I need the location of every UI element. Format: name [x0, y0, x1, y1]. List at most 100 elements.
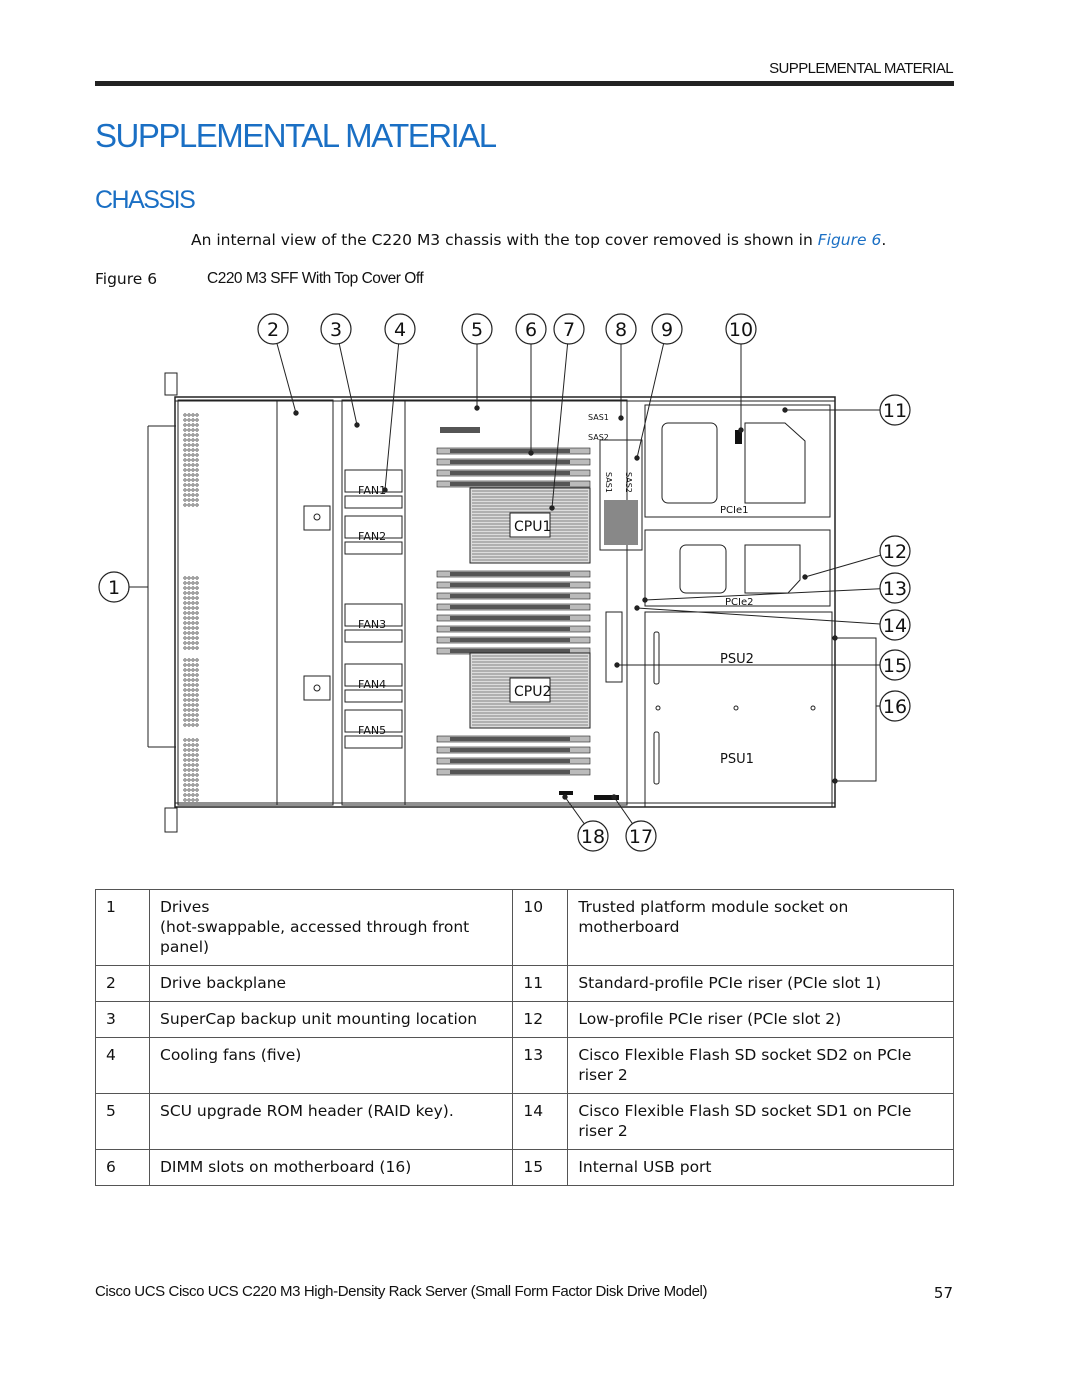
callout-12: 12 — [879, 535, 911, 567]
sas1-label: SAS1 — [588, 413, 609, 422]
header-rule — [95, 81, 954, 86]
fan5-label: FAN5 — [358, 724, 386, 737]
sas1-vertical-label: SAS1 — [604, 472, 613, 493]
psu1-label: PSU1 — [720, 752, 754, 767]
item-description: Trusted platform module socket on mother… — [567, 889, 954, 966]
callout-6: 6 — [515, 313, 547, 345]
item-description: Internal USB port — [567, 1149, 954, 1186]
callout-5: 5 — [461, 313, 493, 345]
figure-link[interactable]: Figure 6 — [818, 231, 882, 249]
callout-number: 10 — [729, 319, 753, 341]
intro-text: An internal view of the C220 M3 chassis … — [191, 231, 818, 249]
cpu2-label: CPU2 — [514, 684, 551, 700]
callout-number: 2 — [267, 319, 279, 341]
figure-label: Figure 6 — [95, 270, 158, 288]
item-number: 5 — [95, 1093, 150, 1150]
pcie1-label: PCIe1 — [720, 505, 748, 516]
page-title: SUPPLEMENTAL MATERIAL — [95, 117, 497, 154]
callout-8: 8 — [605, 313, 637, 345]
page-number: 57 — [933, 1284, 953, 1302]
callout-13: 13 — [879, 572, 911, 604]
section-heading: CHASSIS — [95, 186, 196, 214]
table-row: 5 SCU upgrade ROM header (RAID key). 14 Cis… — [95, 1093, 954, 1150]
sas2-vertical-label: SAS2 — [624, 472, 633, 493]
intro-end: . — [881, 231, 887, 249]
supercap-area — [341, 399, 406, 806]
callout-15: 15 — [879, 649, 911, 681]
item-number: 12 — [512, 1001, 569, 1038]
callout-number: 17 — [629, 826, 653, 848]
item-number: 6 — [95, 1149, 150, 1186]
callout-number: 1 — [108, 577, 120, 599]
callout-number: 14 — [883, 615, 907, 637]
callout-17: 17 — [625, 820, 657, 852]
item-description: SCU upgrade ROM header (RAID key). — [148, 1093, 514, 1150]
item-number: 3 — [95, 1001, 150, 1038]
callout-number: 8 — [615, 319, 627, 341]
legend-table: 1 Drives (hot-swappable, accessed through… — [95, 889, 954, 1186]
callout-number: 13 — [883, 578, 907, 600]
item-number: 14 — [512, 1093, 569, 1150]
fan4-label: FAN4 — [358, 678, 386, 691]
figure-title: C220 M3 SFF With Top Cover Off — [207, 270, 424, 287]
callout-1: 1 — [98, 571, 130, 603]
item-description: Low-profile PCIe riser (PCIe slot 2) — [567, 1001, 954, 1038]
table-row: 6 DIMM slots on motherboard (16) 15 Interna… — [95, 1149, 954, 1186]
chassis-diagram: FAN1 FAN2 FAN3 FAN4 FAN5 CPU1 CPU2 PCIe1… — [98, 313, 911, 852]
item-description: Cisco Flexible Flash SD socket SD1 on PC… — [567, 1093, 954, 1150]
callout-number: 4 — [394, 319, 406, 341]
intro-paragraph: An internal view of the C220 M3 chassis … — [191, 231, 886, 249]
cpu1-label: CPU1 — [514, 519, 551, 535]
drive-bays — [177, 399, 278, 806]
item-description: DIMM slots on motherboard (16) — [148, 1149, 514, 1186]
psu-bay — [605, 611, 833, 808]
callout-number: 7 — [563, 319, 575, 341]
pcie2-label: PCIe2 — [725, 597, 753, 608]
running-header: SUPPLEMENTAL MATERIAL — [769, 60, 953, 77]
item-description: Standard-profile PCIe riser (PCIe slot 1… — [567, 965, 954, 1002]
item-number: 1 — [95, 889, 150, 966]
motherboard — [404, 399, 628, 806]
item-description: Cooling fans (five) — [148, 1037, 514, 1094]
callout-number: 11 — [883, 400, 907, 422]
footer-text: Cisco UCS Cisco UCS C220 M3 High-Density… — [95, 1283, 708, 1300]
callout-number: 5 — [471, 319, 483, 341]
pcie-riser-2 — [644, 529, 831, 607]
callout-number: 6 — [525, 319, 537, 341]
figure-caption: Figure 6 C220 M3 SFF With Top Cover Off — [95, 270, 424, 288]
fan-bay — [344, 469, 403, 749]
table-row: 1 Drives (hot-swappable, accessed through… — [95, 889, 954, 966]
item-number: 15 — [512, 1149, 569, 1186]
item-number: 2 — [95, 965, 150, 1002]
callout-7: 7 — [553, 313, 585, 345]
sas2-label: SAS2 — [588, 433, 609, 442]
callout-18: 18 — [577, 820, 609, 852]
pcie-riser-1 — [599, 404, 831, 551]
item-number: 11 — [512, 965, 569, 1002]
table-row: 2 Drive backplane 11 Standard-profile PCIe … — [95, 965, 954, 1002]
callout-11: 11 — [879, 394, 911, 426]
callout-4: 4 — [384, 313, 416, 345]
item-number: 13 — [512, 1037, 569, 1094]
callout-number: 9 — [661, 319, 673, 341]
item-number: 10 — [512, 889, 569, 966]
drive-backplane — [276, 399, 334, 806]
callout-3: 3 — [320, 313, 352, 345]
fan1-label: FAN1 — [358, 484, 386, 497]
item-number: 4 — [95, 1037, 150, 1094]
callout-number: 18 — [581, 826, 605, 848]
callout-number: 12 — [883, 541, 907, 563]
callout-2: 2 — [257, 313, 289, 345]
fan3-label: FAN3 — [358, 618, 386, 631]
table-row: 3 SuperCap backup unit mounting location 1… — [95, 1001, 954, 1038]
table-row: 4 Cooling fans (five) 13 Cisco Flexible Fla… — [95, 1037, 954, 1094]
item-description: Drive backplane — [148, 965, 514, 1002]
callout-number: 15 — [883, 655, 907, 677]
callout-14: 14 — [879, 609, 911, 641]
callout-number: 3 — [330, 319, 342, 341]
callout-number: 16 — [883, 696, 907, 718]
callout-9: 9 — [651, 313, 683, 345]
item-description: SuperCap backup unit mounting location — [148, 1001, 514, 1038]
item-description: Cisco Flexible Flash SD socket SD2 on PC… — [567, 1037, 954, 1094]
item-description: Drives (hot-swappable, accessed through … — [148, 889, 514, 966]
